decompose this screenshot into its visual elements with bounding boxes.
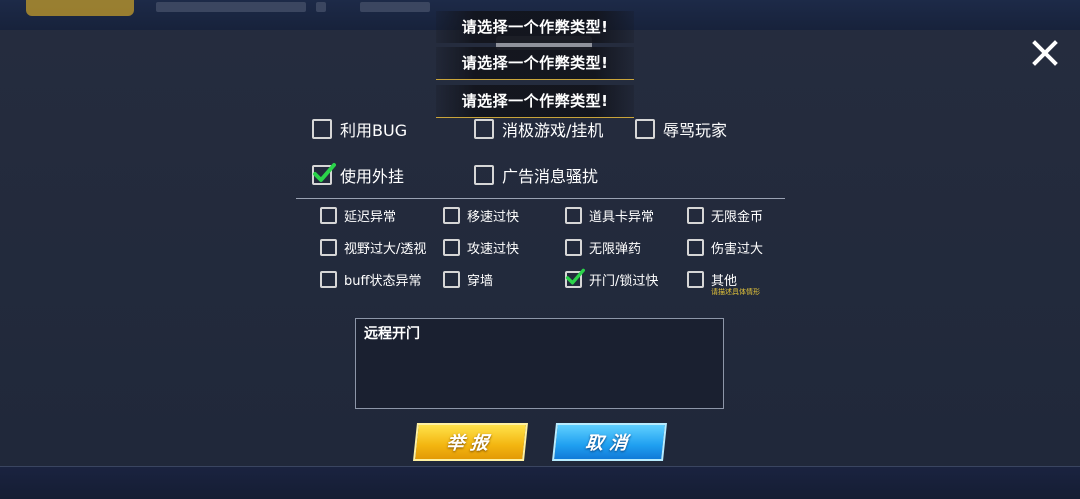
checkbox-box[interactable]	[320, 207, 337, 224]
checkbox-box[interactable]	[565, 207, 582, 224]
checkbox-label: 使用外挂	[340, 167, 405, 186]
toast-message: 请选择一个作弊类型!	[436, 47, 634, 80]
checkbox-item-card[interactable]: 道具卡异常	[565, 206, 654, 225]
checkbox-label: 穿墙	[467, 274, 494, 289]
checkbox-cheat-plugin[interactable]: 使用外挂	[312, 163, 404, 187]
checkbox-box[interactable]	[565, 268, 585, 288]
checkbox-exploit-bug[interactable]: 利用BUG	[312, 117, 407, 141]
checkbox-box[interactable]	[565, 239, 582, 256]
checkbox-wallhack-vision[interactable]: 视野过大/透视	[320, 238, 426, 257]
section-divider	[296, 198, 785, 199]
checkbox-latency[interactable]: 延迟异常	[320, 206, 396, 225]
checkbox-damage[interactable]: 伤害过大	[687, 238, 763, 257]
checkbox-infinite-ammo[interactable]: 无限弹药	[565, 238, 641, 257]
checkbox-label: 移速过快	[467, 210, 520, 225]
checkbox-label: 道具卡异常	[589, 210, 655, 225]
checkbox-label: 利用BUG	[340, 121, 408, 140]
checkbox-label: 开门/锁过快	[589, 274, 659, 289]
checkbox-box[interactable]	[635, 119, 655, 139]
checkbox-box[interactable]	[687, 239, 704, 256]
checkbox-abuse-players[interactable]: 辱骂玩家	[635, 117, 727, 141]
checkbox-label: 消极游戏/挂机	[502, 121, 604, 140]
check-icon	[565, 268, 585, 285]
checkbox-box[interactable]	[312, 163, 336, 185]
checkbox-label: 无限弹药	[589, 242, 642, 257]
check-icon	[313, 163, 336, 182]
checkbox-label: 辱骂玩家	[663, 121, 728, 140]
checkbox-attack-speed[interactable]: 攻速过快	[443, 238, 519, 257]
checkbox-box[interactable]	[312, 119, 332, 139]
checkbox-box[interactable]	[474, 165, 494, 185]
close-button[interactable]	[1028, 36, 1062, 70]
checkbox-box[interactable]	[443, 271, 460, 288]
checkbox-box[interactable]	[443, 207, 460, 224]
top-bar-faded-text	[360, 2, 430, 12]
bottom-bar	[0, 466, 1080, 499]
checkbox-speed-hack[interactable]: 移速过快	[443, 206, 519, 225]
checkbox-label: buff状态异常	[344, 274, 422, 289]
close-icon	[1032, 40, 1058, 66]
checkbox-afk[interactable]: 消极游戏/挂机	[474, 117, 603, 141]
checkbox-box[interactable]	[320, 271, 337, 288]
checkbox-label: 攻速过快	[467, 242, 520, 257]
checkbox-label: 伤害过大	[711, 242, 764, 257]
toast-message: 请选择一个作弊类型!	[436, 85, 634, 118]
top-bar-faded-separator	[316, 2, 326, 12]
description-textarea[interactable]: 远程开门	[355, 318, 724, 409]
checkbox-box[interactable]	[474, 119, 494, 139]
checkbox-label: 视野过大/透视	[344, 242, 427, 257]
checkbox-box[interactable]	[443, 239, 460, 256]
checkbox-box[interactable]	[320, 239, 337, 256]
top-bar-faded-text	[156, 2, 306, 12]
checkbox-door-lock-fast[interactable]: 开门/锁过快	[565, 268, 659, 289]
checkbox-buff-status[interactable]: buff状态异常	[320, 270, 421, 289]
top-tab-highlight	[26, 0, 134, 16]
report-button[interactable]: 举报	[413, 423, 528, 461]
other-hint: 请描述具体情形	[711, 288, 760, 296]
checkbox-label: 无限金币	[711, 210, 764, 225]
checkbox-ad-spam[interactable]: 广告消息骚扰	[474, 163, 598, 187]
checkbox-label: 延迟异常	[344, 210, 397, 225]
checkbox-box[interactable]	[687, 207, 704, 224]
checkbox-infinite-gold[interactable]: 无限金币	[687, 206, 763, 225]
checkbox-noclip[interactable]: 穿墙	[443, 270, 493, 289]
toast-message: 请选择一个作弊类型!	[436, 11, 634, 43]
cancel-button[interactable]: 取消	[552, 423, 667, 461]
checkbox-box[interactable]	[687, 271, 704, 288]
checkbox-label: 广告消息骚扰	[502, 167, 599, 186]
